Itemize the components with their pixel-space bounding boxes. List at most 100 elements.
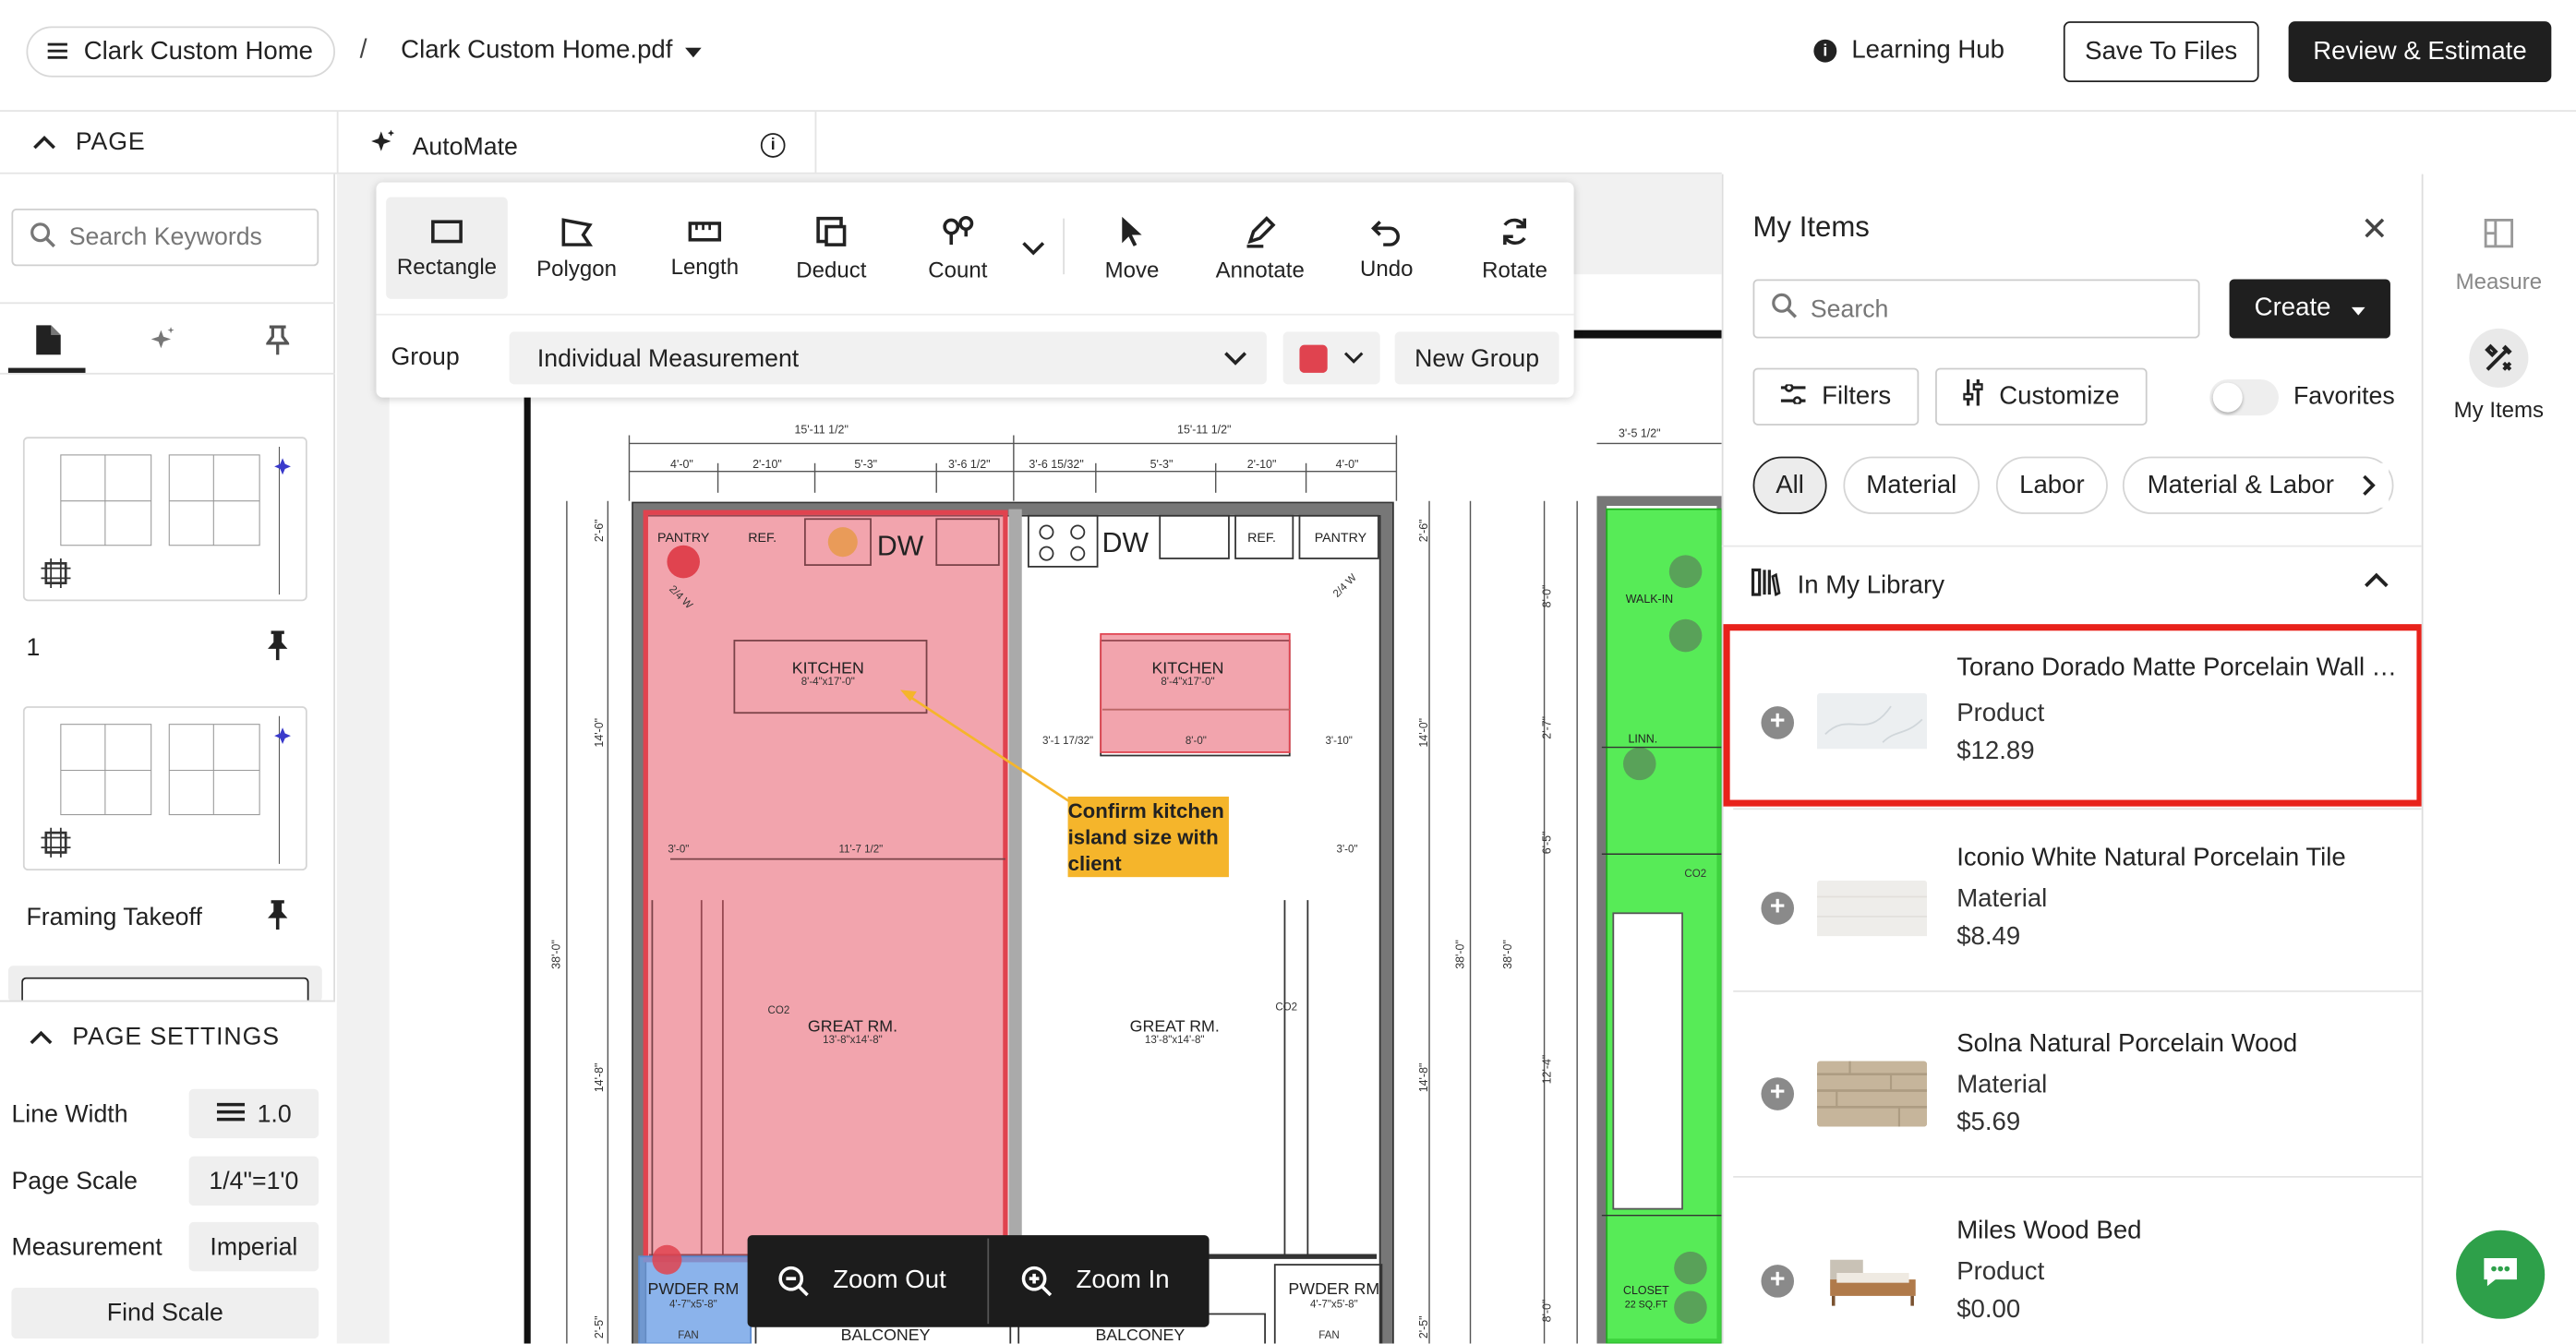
info-icon[interactable]: i xyxy=(760,133,786,158)
dim-label: 3'-0" xyxy=(1337,844,1358,855)
new-group-button[interactable]: New Group xyxy=(1394,331,1559,385)
chat-button[interactable] xyxy=(2456,1230,2546,1319)
page-settings-toggle[interactable]: PAGE SETTINGS xyxy=(30,1024,280,1051)
room-dim: 4'-7"x5'-8" xyxy=(1310,1299,1358,1310)
tool-label: Polygon xyxy=(536,255,617,281)
dim-label: 2'-5" xyxy=(593,1315,606,1338)
info-icon: i xyxy=(1813,39,1837,63)
zoom-in-label: Zoom In xyxy=(1076,1266,1170,1295)
count-marker[interactable] xyxy=(827,527,858,558)
library-item[interactable]: + Miles Wood Bed Product $0.00 xyxy=(1733,1178,2422,1344)
search-icon xyxy=(1771,293,1798,326)
measure-rail-button[interactable]: Measure xyxy=(2422,204,2576,294)
annotation-text[interactable]: Confirm kitchen island size with client xyxy=(1068,798,1229,877)
library-item[interactable]: + Iconio White Natural Porcelain Tile Ma… xyxy=(1733,807,2422,992)
room-label: PWDER RM xyxy=(647,1279,739,1298)
page-thumbnail-2[interactable] xyxy=(22,706,307,871)
pin-icon[interactable] xyxy=(266,900,289,938)
dim-label: 3'-10" xyxy=(1325,736,1352,747)
deduct-icon xyxy=(816,215,847,246)
group-label: Group xyxy=(391,342,460,372)
library-label: In My Library xyxy=(1797,570,1945,599)
group-select[interactable]: Individual Measurement xyxy=(509,331,1267,385)
tool-label: Count xyxy=(928,257,988,282)
filter-icon xyxy=(1780,382,1806,412)
rotate-tool[interactable]: Rotate xyxy=(1454,198,1576,299)
chevron-up-icon[interactable] xyxy=(2364,567,2389,596)
count-tool[interactable]: Count xyxy=(897,198,1019,299)
count-marker[interactable] xyxy=(667,545,700,579)
polygon-tool[interactable]: Polygon xyxy=(516,198,638,299)
page-thumbnail-3[interactable] xyxy=(7,966,322,1004)
dim-label: 38'-0" xyxy=(1501,940,1514,969)
move-tool[interactable]: Move xyxy=(1071,198,1193,299)
item-price: $0.00 xyxy=(1956,1295,2021,1325)
item-thumbnail xyxy=(1816,880,1928,946)
tab-automate[interactable] xyxy=(125,317,200,363)
project-breadcrumb[interactable]: Clark Custom Home xyxy=(26,26,335,78)
count-marker[interactable] xyxy=(1674,1290,1707,1325)
item-price: $5.69 xyxy=(1956,1109,2021,1137)
line-width-select[interactable]: 1.0 xyxy=(188,1088,319,1139)
document-icon xyxy=(35,325,60,355)
menu-icon[interactable] xyxy=(47,37,67,66)
measurement-rectangle[interactable] xyxy=(1100,632,1291,753)
pin-icon[interactable] xyxy=(266,630,289,668)
deduct-tool[interactable]: Deduct xyxy=(771,198,893,299)
library-item[interactable]: + Solna Natural Porcelain Wood Material … xyxy=(1733,992,2422,1178)
add-icon[interactable]: + xyxy=(1761,892,1795,925)
length-tool[interactable]: Length xyxy=(644,198,766,299)
chevron-right-icon[interactable] xyxy=(2349,462,2389,508)
count-marker[interactable] xyxy=(1622,747,1656,781)
automate-button[interactable]: AutoMate xyxy=(368,128,518,164)
blueprint-sheet[interactable]: 15'-11 1/2" 4'-0" 2'-10" 5'-3" 3'-6 1/2"… xyxy=(389,274,1722,1344)
items-search-input[interactable]: Search xyxy=(1752,279,2200,339)
review-estimate-button[interactable]: Review & Estimate xyxy=(2288,21,2552,82)
page-scale-select[interactable]: 1/4"=1'0 xyxy=(188,1156,319,1206)
undo-tool[interactable]: Undo xyxy=(1326,198,1448,299)
door-label: 2/4 W xyxy=(1331,572,1359,600)
file-selector[interactable]: Clark Custom Home.pdf xyxy=(401,36,703,66)
tab-pages[interactable] xyxy=(10,317,86,363)
find-scale-button[interactable]: Find Scale xyxy=(11,1288,319,1339)
tools-icon xyxy=(2469,328,2529,388)
dim-label: 2'-10" xyxy=(752,458,782,471)
annotate-tool[interactable]: Annotate xyxy=(1199,198,1321,299)
measurement-select[interactable]: Imperial xyxy=(188,1221,319,1272)
page-thumbnail-1[interactable] xyxy=(22,437,307,602)
tab-pinned[interactable] xyxy=(240,317,316,363)
zoom-in-button[interactable]: Zoom In xyxy=(1020,1235,1170,1327)
learning-hub-link[interactable]: i Learning Hub xyxy=(1813,36,2004,66)
chip-all[interactable]: All xyxy=(1752,456,1827,514)
tool-label: Move xyxy=(1104,257,1160,282)
dim-label: 2'-5" xyxy=(1417,1315,1430,1338)
chip-labor[interactable]: Labor xyxy=(1995,456,2108,514)
chip-material[interactable]: Material xyxy=(1843,456,1980,514)
zoom-out-button[interactable]: Zoom Out xyxy=(777,1235,946,1327)
keyword-search-input[interactable]: Search Keywords xyxy=(11,208,319,267)
measurement-rectangle[interactable] xyxy=(643,510,1008,1263)
count-marker[interactable] xyxy=(1668,555,1703,589)
item-type: Material xyxy=(1956,885,2048,914)
add-icon[interactable]: + xyxy=(1761,1265,1795,1298)
save-to-files-button[interactable]: Save To Files xyxy=(2063,21,2259,82)
room-label: GREAT RM. xyxy=(1130,1016,1220,1035)
group-color-select[interactable] xyxy=(1282,331,1380,385)
create-button[interactable]: Create xyxy=(2229,279,2390,339)
page-section-toggle[interactable]: PAGE xyxy=(33,128,146,156)
rectangle-tool[interactable]: Rectangle xyxy=(386,197,508,299)
add-icon[interactable]: + xyxy=(1761,1077,1795,1110)
filters-button[interactable]: Filters xyxy=(1752,367,1920,426)
more-tools-chevron-icon[interactable] xyxy=(1022,234,1045,264)
dim-label: 14'-8" xyxy=(1417,1063,1430,1093)
dim-label: 8'-0" xyxy=(1186,736,1207,747)
room-label: PANTRY xyxy=(657,531,710,546)
count-marker[interactable] xyxy=(1674,1251,1707,1285)
my-items-rail-button[interactable]: My Items xyxy=(2422,328,2576,422)
customize-button[interactable]: Customize xyxy=(1935,367,2148,426)
close-icon[interactable]: ✕ xyxy=(2361,209,2389,249)
dim-label: 5'-3" xyxy=(1150,458,1174,471)
count-marker[interactable] xyxy=(1668,618,1703,653)
count-marker[interactable] xyxy=(652,1244,682,1275)
sliders-icon xyxy=(1962,379,1983,414)
